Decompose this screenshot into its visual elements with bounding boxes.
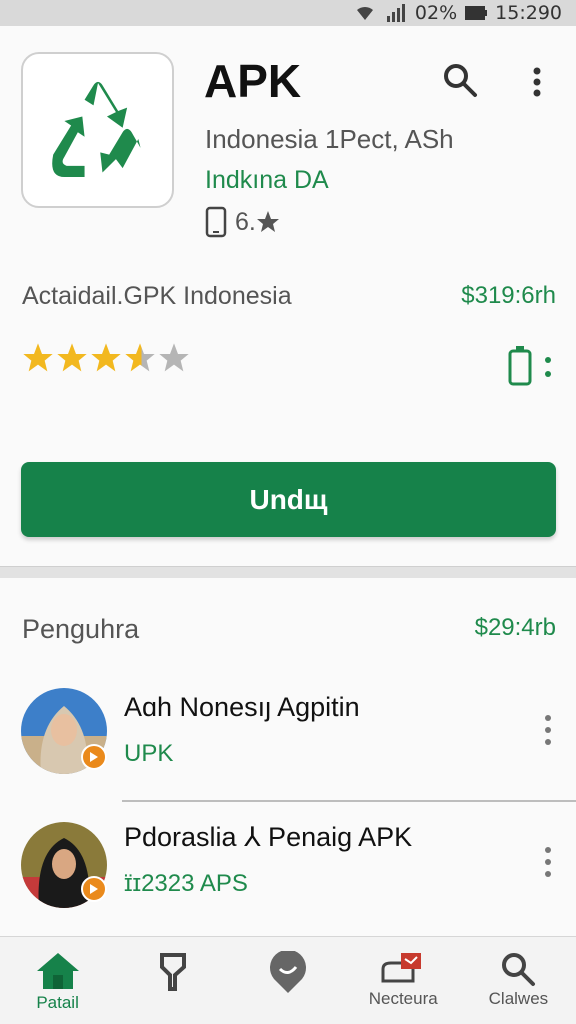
star-icon	[91, 343, 121, 372]
nav-item-location[interactable]	[230, 937, 345, 1024]
signal-icon	[385, 4, 407, 22]
wifi-icon	[353, 4, 377, 22]
section-price: $29:4rb	[474, 614, 556, 641]
more-vert-icon	[533, 67, 541, 97]
clock: 15:290	[495, 2, 562, 24]
device-button[interactable]	[505, 344, 535, 388]
related-section: Penguhra $29:4rb Aɑh Nonesıȷ Agpitin UPK	[0, 578, 576, 936]
nav-item-notifications[interactable]: Necteura	[346, 937, 461, 1024]
item-more-button[interactable]	[536, 712, 560, 748]
item-subtitle: UPK	[124, 740, 174, 767]
app-header-card: APK Indonesia 1Pect, ASh Indkına DA 6. A…	[0, 26, 576, 566]
battery-icon	[465, 5, 488, 21]
app-subtitle: Actaidail.GPK Indonesia	[22, 282, 292, 310]
device-icon	[508, 346, 532, 386]
star-half-icon	[125, 343, 155, 372]
phone-icon	[205, 206, 227, 238]
play-badge-icon	[81, 744, 107, 770]
search-button[interactable]	[440, 60, 480, 100]
location-icon	[270, 951, 306, 993]
search-icon	[444, 64, 477, 97]
publisher-name[interactable]: Indkına DA	[205, 166, 329, 195]
app-icon	[21, 52, 174, 208]
section-title: Penguhra	[22, 614, 140, 644]
status-bar: 02% 15:290	[0, 0, 576, 26]
recycle-icon	[51, 81, 141, 178]
nav-item-search[interactable]: Clalwes	[461, 937, 576, 1024]
notification-icon	[381, 953, 422, 983]
star-icon	[57, 343, 87, 372]
nav-label-home: Patail	[36, 993, 79, 1012]
item-title: Aɑh Nonesıȷ Agpitin	[124, 692, 360, 722]
list-item[interactable]: Pdoraslia ⅄ Penaig APK ɪ̈ɪ2323 APS	[0, 814, 576, 924]
battery-percent: 02%	[414, 2, 458, 24]
nav-label-notifications: Necteura	[368, 989, 438, 1008]
list-item[interactable]: Aɑh Nonesıȷ Agpitin UPK	[0, 678, 576, 788]
star-rating	[22, 342, 190, 374]
overflow-menu-button[interactable]	[522, 62, 552, 102]
star-icon	[256, 211, 279, 232]
app-title: APK	[204, 55, 302, 107]
install-button[interactable]: Undщ	[21, 462, 556, 537]
section-divider	[0, 566, 576, 578]
play-badge-icon	[81, 876, 107, 902]
bookmark-icon	[159, 953, 186, 991]
rating-value: 6.	[235, 207, 256, 236]
search-icon	[502, 953, 536, 986]
nav-item-home[interactable]: Patail	[0, 937, 115, 1024]
bottom-navigation: Patail Necteura Clalwes	[0, 936, 576, 1024]
star-icon	[23, 343, 53, 372]
list-divider	[122, 800, 576, 802]
nav-item-bookmark[interactable]	[115, 937, 230, 1024]
rating-summary: 6.	[205, 206, 280, 238]
nav-label-search: Clalwes	[488, 989, 549, 1008]
item-more-button[interactable]	[536, 844, 560, 880]
item-title: Pdoraslia ⅄ Penaig APK	[124, 822, 413, 852]
device-more-button[interactable]	[540, 352, 556, 382]
item-subtitle: ɪ̈ɪ2323 APS	[124, 870, 248, 897]
developer-name[interactable]: Indonesia 1Pect, ASh	[205, 124, 454, 155]
home-icon	[36, 953, 79, 989]
app-price: $319:6rh	[461, 282, 556, 309]
star-empty-icon	[159, 343, 189, 372]
